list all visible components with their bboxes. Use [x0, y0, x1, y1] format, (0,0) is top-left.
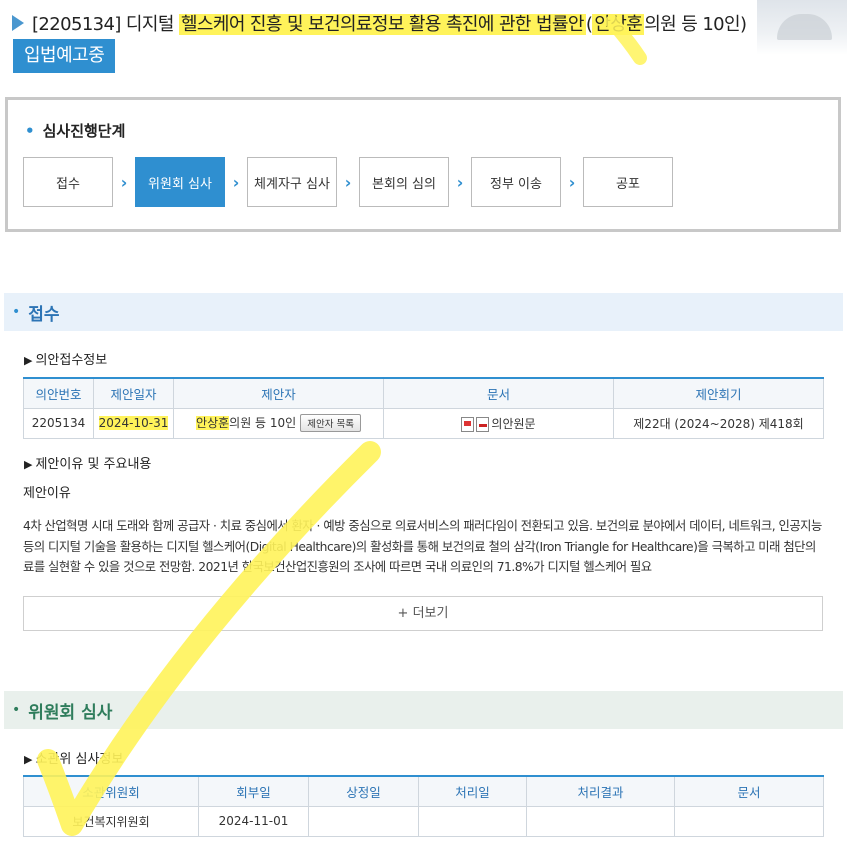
reason-text: 4차 산업혁명 시대 도래와 함께 공급자 · 치료 중심에서 환자 · 예방 …: [23, 519, 822, 574]
step-committee-review[interactable]: 위원회 심사: [135, 157, 225, 207]
section-header-receipt: • 접수: [4, 293, 843, 331]
table-header-row: 의안번호 제안일자 제안자 문서 제안회기: [23, 377, 824, 409]
status-badge: 입법예고중: [13, 39, 116, 73]
subsection-reason: ▶ 제안이유 및 주요내용: [24, 457, 152, 472]
step-gov-transfer[interactable]: 정부 이송: [471, 157, 561, 207]
bill-info-table: 의안번호 제안일자 제안자 문서 제안회기 2205134 2024-10-31…: [23, 377, 824, 439]
step-promulgation[interactable]: 공포: [583, 157, 673, 207]
title-suffix: 의원 등 10인): [644, 14, 747, 35]
session: 제22대 (2024~2028) 제418회: [613, 407, 824, 439]
progress-title: • 심사진행단계: [25, 122, 126, 140]
proposer-list-button[interactable]: 제안자 목록: [300, 414, 361, 433]
col-bill-no: 의안번호: [23, 377, 94, 409]
subsection-committee-info: ▶ 소관위 심사정보: [24, 752, 124, 767]
title-highlighted: 헬스케어 진흥 및 보건의료정보 활용 촉진에 관한 법률안: [178, 14, 586, 35]
committee-name: 보건복지위원회: [23, 805, 199, 837]
page-header: [2205134] 디지털 헬스케어 진흥 및 보건의료정보 활용 촉진에 관한…: [0, 0, 847, 78]
more-button[interactable]: + 더보기: [23, 596, 823, 631]
section-title: 접수: [28, 304, 60, 325]
col-proposer: 제안자: [173, 377, 384, 409]
review-progress-panel: • 심사진행단계 접수 › 위원회 심사 › 체계자구 심사 › 본회의 심의 ›…: [5, 97, 841, 232]
col-document: 문서: [674, 775, 824, 807]
proposer-cell: 안상훈의원 등 10인 제안자 목록: [173, 407, 384, 439]
result: [526, 805, 675, 837]
bill-title: [2205134] 디지털 헬스케어 진흥 및 보건의료정보 활용 촉진에 관한…: [32, 10, 747, 36]
col-document: 문서: [383, 377, 614, 409]
col-date: 제안일자: [93, 377, 174, 409]
document-label[interactable]: 의안원문: [491, 417, 535, 431]
subsection-label: 제안이유 및 주요내용: [35, 457, 152, 472]
col-session: 제안회기: [613, 377, 824, 409]
proposer-rest: 의원 등 10인: [229, 415, 297, 430]
title-proposer-highlighted: 안상훈: [592, 14, 645, 35]
processed-date: [418, 805, 527, 837]
progress-title-label: 심사진행단계: [42, 122, 126, 140]
step-plenary[interactable]: 본회의 심의: [359, 157, 449, 207]
committee-table: 소관위원회 회부일 상정일 처리일 처리결과 문서 보건복지위원회 2024-1…: [23, 775, 824, 837]
section-title: 위원회 심사: [28, 702, 113, 723]
col-processed-date: 처리일: [418, 775, 527, 807]
step-receipt[interactable]: 접수: [23, 157, 113, 207]
proposal-date: 2024-10-31: [93, 407, 174, 439]
chevron-right-icon: ›: [232, 172, 240, 192]
assembly-building-image: [757, 0, 847, 55]
step-legal-review[interactable]: 체계자구 심사: [247, 157, 337, 207]
table-row: 보건복지위원회 2024-11-01: [23, 805, 824, 837]
presented-date: [308, 805, 419, 837]
document-cell: 의안원문: [383, 407, 614, 439]
progress-steps: 접수 › 위원회 심사 › 체계자구 심사 › 본회의 심의 › 정부 이송 ›…: [23, 157, 673, 207]
hwp-file-icon[interactable]: [461, 416, 475, 432]
chevron-right-icon: ›: [568, 172, 576, 192]
proposer-name: 안상훈: [196, 415, 230, 430]
chevron-right-icon: ›: [120, 172, 128, 192]
subsection-label: 소관위 심사정보: [35, 752, 124, 767]
proposal-date-value: 2024-10-31: [98, 416, 169, 430]
subsection-bill-info: ▶ 의안접수정보: [24, 353, 108, 368]
col-result: 처리결과: [526, 775, 675, 807]
title-prefix: [2205134] 디지털: [32, 14, 179, 35]
table-row: 2205134 2024-10-31 안상훈의원 등 10인 제안자 목록 의안원…: [23, 407, 824, 439]
section-header-committee: • 위원회 심사: [4, 691, 843, 729]
chevron-right-icon: ›: [344, 172, 352, 192]
col-presented-date: 상정일: [308, 775, 419, 807]
checkmark-stroke: [37, 441, 381, 836]
bill-title-row: [2205134] 디지털 헬스케어 진흥 및 보건의료정보 활용 촉진에 관한…: [12, 10, 747, 36]
chevron-right-icon: [12, 14, 26, 32]
chevron-right-icon: ›: [456, 172, 464, 192]
referred-date: 2024-11-01: [198, 805, 309, 837]
document: [674, 805, 824, 837]
reason-label: 제안이유: [23, 486, 71, 501]
subsection-label: 의안접수정보: [35, 353, 108, 368]
table-header-row: 소관위원회 회부일 상정일 처리일 처리결과 문서: [23, 775, 824, 807]
pdf-file-icon[interactable]: [476, 416, 490, 432]
col-referred-date: 회부일: [198, 775, 309, 807]
bill-no: 2205134: [23, 407, 94, 439]
col-committee: 소관위원회: [23, 775, 199, 807]
